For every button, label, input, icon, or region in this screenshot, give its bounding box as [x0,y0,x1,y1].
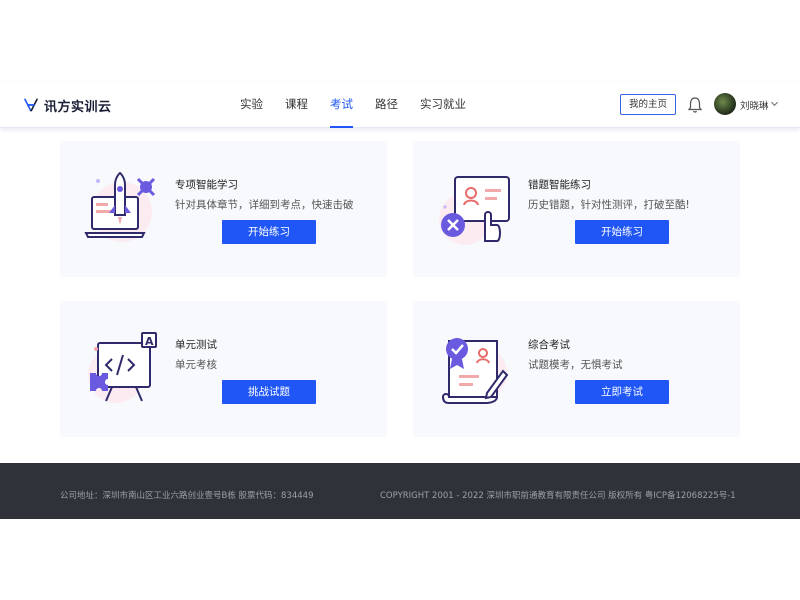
footer-address: 公司地址：深圳市南山区工业六路创业壹号B栋 股票代码：834449 [60,491,314,501]
top-navbar: 讯方实训云 实验 课程 考试 路径 实习就业 我的主页 刘晓琳 [0,82,800,128]
avatar[interactable] [714,93,736,115]
nav-item-experiment[interactable]: 实验 [240,82,263,128]
bell-icon[interactable] [687,96,703,114]
card-title: 综合考试 [528,339,570,351]
nav-item-path[interactable]: 路径 [375,82,398,128]
card-title: 单元测试 [175,339,217,351]
logo-icon [23,98,39,112]
footer: 公司地址：深圳市南山区工业六路创业壹号B栋 股票代码：834449 COPYRI… [0,463,800,519]
main-nav: 实验 课程 考试 路径 实习就业 [240,82,488,128]
certificate-exam-icon [441,338,509,404]
rocket-laptop-icon [84,171,156,242]
challenge-exam-button[interactable]: 挑战试题 [222,380,316,404]
card-description: 历史错题，针对性测评，打破至酷! [528,199,690,211]
card-description: 试题模考，无惧考试 [528,359,623,371]
card-title: 错题智能练习 [528,179,591,191]
nav-item-internship[interactable]: 实习就业 [420,82,466,128]
top-blank-area [0,0,800,82]
brand-name: 讯方实训云 [44,99,112,115]
card-description: 针对具体章节，详细到考点，快速击破 [175,199,354,211]
nav-item-exam[interactable]: 考试 [330,82,353,128]
take-exam-button[interactable]: 立即考试 [575,380,669,404]
card-unit-test: A 单元测试 单元考核 挑战试题 [60,301,387,437]
mistake-review-icon [439,176,510,245]
svg-text:A: A [145,335,154,348]
chevron-down-icon[interactable] [770,99,779,108]
start-practice-button[interactable]: 开始练习 [575,220,669,244]
code-puzzle-icon: A [88,332,157,403]
user-name[interactable]: 刘晓琳 [740,98,769,112]
card-description: 单元考核 [175,359,217,371]
card-topic-learning: 专项智能学习 针对具体章节，详细到考点，快速击破 开始练习 [60,141,387,277]
card-title: 专项智能学习 [175,179,238,191]
card-comprehensive-exam: 综合考试 试题模考，无惧考试 立即考试 [413,301,740,437]
card-wrong-questions: 错题智能练习 历史错题，针对性测评，打破至酷! 开始练习 [413,141,740,277]
footer-copyright[interactable]: COPYRIGHT 2001 - 2022 深圳市职前通教育有限责任公司 版权所… [380,489,736,501]
nav-item-course[interactable]: 课程 [285,82,308,128]
brand-logo[interactable]: 讯方实训云 [22,95,112,115]
my-home-button[interactable]: 我的主页 [620,94,676,115]
start-practice-button[interactable]: 开始练习 [222,220,316,244]
